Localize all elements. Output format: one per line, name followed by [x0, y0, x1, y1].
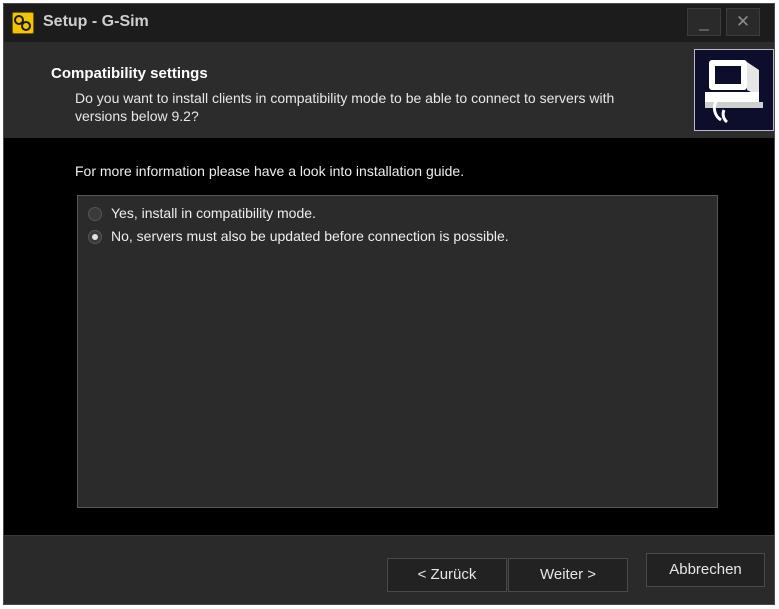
- computer-setup-icon: [694, 49, 774, 131]
- next-button[interactable]: Weiter >: [508, 558, 628, 592]
- close-button[interactable]: ✕: [726, 8, 760, 36]
- setup-window: Setup - G-Sim _ ✕ Compatibility settings…: [3, 3, 775, 605]
- minimize-button[interactable]: _: [687, 8, 721, 36]
- info-text: For more information please have a look …: [75, 163, 465, 179]
- footer-bar: < Zurück Weiter > Abbrechen: [4, 535, 774, 604]
- radio-button[interactable]: [88, 207, 102, 221]
- header-panel: Compatibility settings Do you want to in…: [4, 42, 774, 138]
- radio-button-selected[interactable]: [88, 230, 102, 244]
- back-button[interactable]: < Zurück: [387, 558, 507, 592]
- app-gears-icon: [12, 12, 34, 34]
- page-subtitle: Do you want to install clients in compat…: [75, 90, 615, 124]
- cancel-button[interactable]: Abbrechen: [646, 553, 765, 587]
- option-label: No, servers must also be updated before …: [111, 228, 509, 244]
- title-bar[interactable]: Setup - G-Sim _ ✕: [4, 4, 774, 42]
- page-title: Compatibility settings: [51, 65, 208, 82]
- options-list: Yes, install in compatibility mode. No, …: [77, 195, 718, 508]
- option-label: Yes, install in compatibility mode.: [111, 205, 316, 221]
- window-title: Setup - G-Sim: [43, 13, 149, 30]
